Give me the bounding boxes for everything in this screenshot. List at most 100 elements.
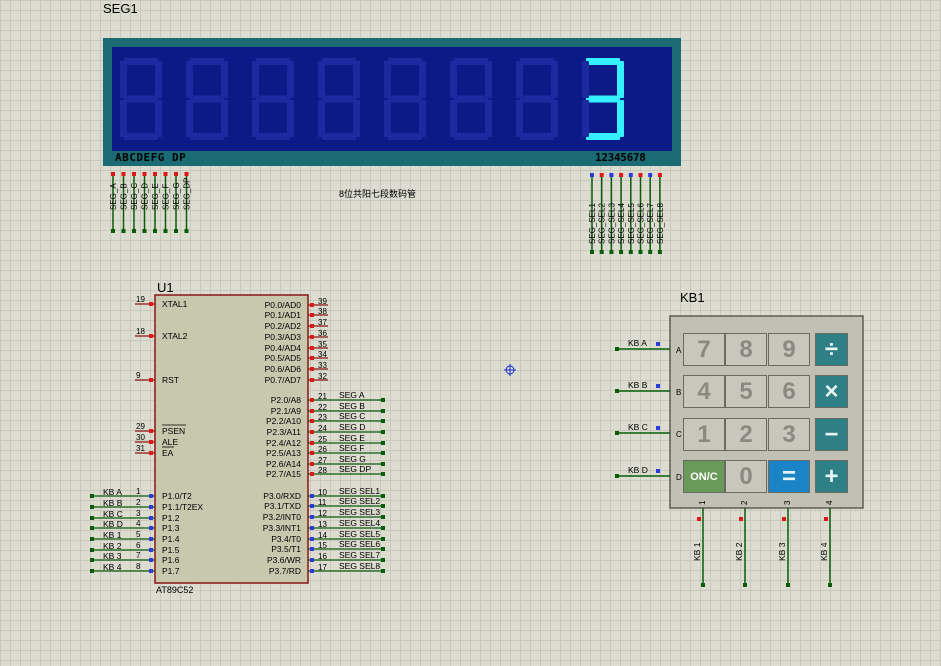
pin-name: P3.6/WR [267,555,301,565]
net-label: KB 1 [103,530,122,540]
key-15[interactable]: + [815,460,848,493]
key-2[interactable]: 9 [768,333,810,366]
net-label: KB B [103,498,123,508]
crosshair-icon [504,364,516,376]
key-4[interactable]: 4 [683,375,725,408]
row-label: A [676,346,682,355]
pin-number: 35 [318,340,327,349]
pin-number: 26 [318,445,327,454]
key-12[interactable]: ON/C [683,460,725,493]
row-label: C [676,430,682,439]
key-11[interactable]: − [815,418,848,451]
segment-d [322,133,356,140]
segment-a [190,58,224,65]
segment-f [582,61,589,98]
pin-name: P2.6/A14 [266,459,301,469]
wire-end [90,526,94,530]
pin-name: P0.7/AD7 [265,375,302,385]
pin-name: P1.0/T2 [162,491,192,501]
wire-end [615,474,619,478]
pin-marker [310,472,314,476]
segment-g [454,95,488,103]
segment-c [155,100,162,137]
pin-marker [619,173,624,177]
key-0[interactable]: 7 [683,333,725,366]
pin-name: P3.1/TXD [264,501,301,511]
net-label: SEG_E [151,183,160,210]
pin-marker [310,547,314,551]
key-8[interactable]: 1 [683,418,725,451]
segment-g [124,95,158,103]
net-label: SEG_B [120,183,129,210]
segment-d [454,133,488,140]
pin-marker [310,430,314,434]
key-5[interactable]: 5 [725,375,767,408]
segment-c [551,100,558,137]
wire-end [381,547,385,551]
wire-end [381,430,385,434]
segment-e [252,100,259,137]
key-3[interactable]: ÷ [815,333,848,366]
net-label: KB D [628,465,648,475]
net-label: SEG SEL5 [339,529,380,539]
segment-e [450,100,457,137]
key-9[interactable]: 2 [725,418,767,451]
segment-f [120,61,127,98]
segment-c [287,100,294,137]
pin-name: P1.6 [162,555,180,565]
net-label: KB B [628,380,648,390]
key-10[interactable]: 3 [768,418,810,451]
pin-marker [149,537,153,541]
net-label: SEG SEL4 [339,518,380,528]
display-segment-pins[interactable]: SEG_A SEG_B SEG_C SEG_D SEG_E SEG_F SEG_G SEG_D… [109,172,192,233]
pin-marker [656,342,660,346]
pin-name: P3.7/RD [269,566,301,576]
wire-end [121,229,126,233]
net-label: SEG SEL3 [339,507,380,517]
pin-number: 2 [136,498,141,507]
pin-number: 22 [318,403,327,412]
segment-e [516,100,523,137]
wire-end [184,229,189,233]
key-13[interactable]: 0 [725,460,767,493]
segment-g [190,95,224,103]
segment-b [419,61,426,98]
display-select-pins[interactable]: SEG_SEL1 SEG_SEL2 SEG_SEL3 SEG_SEL4 SEG_SEL5… [588,173,665,254]
pin-number: 10 [318,488,327,497]
net-label: KB 2 [103,541,122,551]
segment-f [516,61,523,98]
seven-segment-display[interactable] [103,38,681,166]
pin-marker [310,356,314,360]
pin-marker [824,517,828,521]
pin-marker [310,526,314,530]
key-14[interactable]: = [768,460,810,493]
pin-name: P1.2 [162,513,180,523]
net-label: SEG_C [130,183,139,210]
pin-marker [599,173,604,177]
key-6[interactable]: 6 [768,375,810,408]
pin-marker [310,313,314,317]
net-label: SEG_SEL2 [598,203,607,244]
pin-number: 14 [318,531,327,540]
key-1[interactable]: 8 [725,333,767,366]
wire-end [743,583,747,587]
net-label: SEG_D [141,183,150,210]
pin-number: 31 [136,444,145,453]
segment-labels: ABCDEFG DP [115,151,187,164]
net-label: KB 4 [103,562,122,572]
pin-name: P3.4/T0 [271,534,301,544]
pin-marker [149,526,153,530]
key-7[interactable]: × [815,375,848,408]
net-label: KB C [103,509,123,519]
pin-marker [153,172,157,176]
segment-d [586,133,620,140]
segment-e [120,100,127,137]
wire-end [142,229,147,233]
pin-name: P2.2/A10 [266,416,301,426]
segment-c [221,100,228,137]
pin-name: P0.4/AD4 [265,343,302,353]
wire-end [590,250,594,254]
pin-marker [656,384,660,388]
pin-name: P3.0/RXD [263,491,301,501]
pin-marker [648,173,653,177]
